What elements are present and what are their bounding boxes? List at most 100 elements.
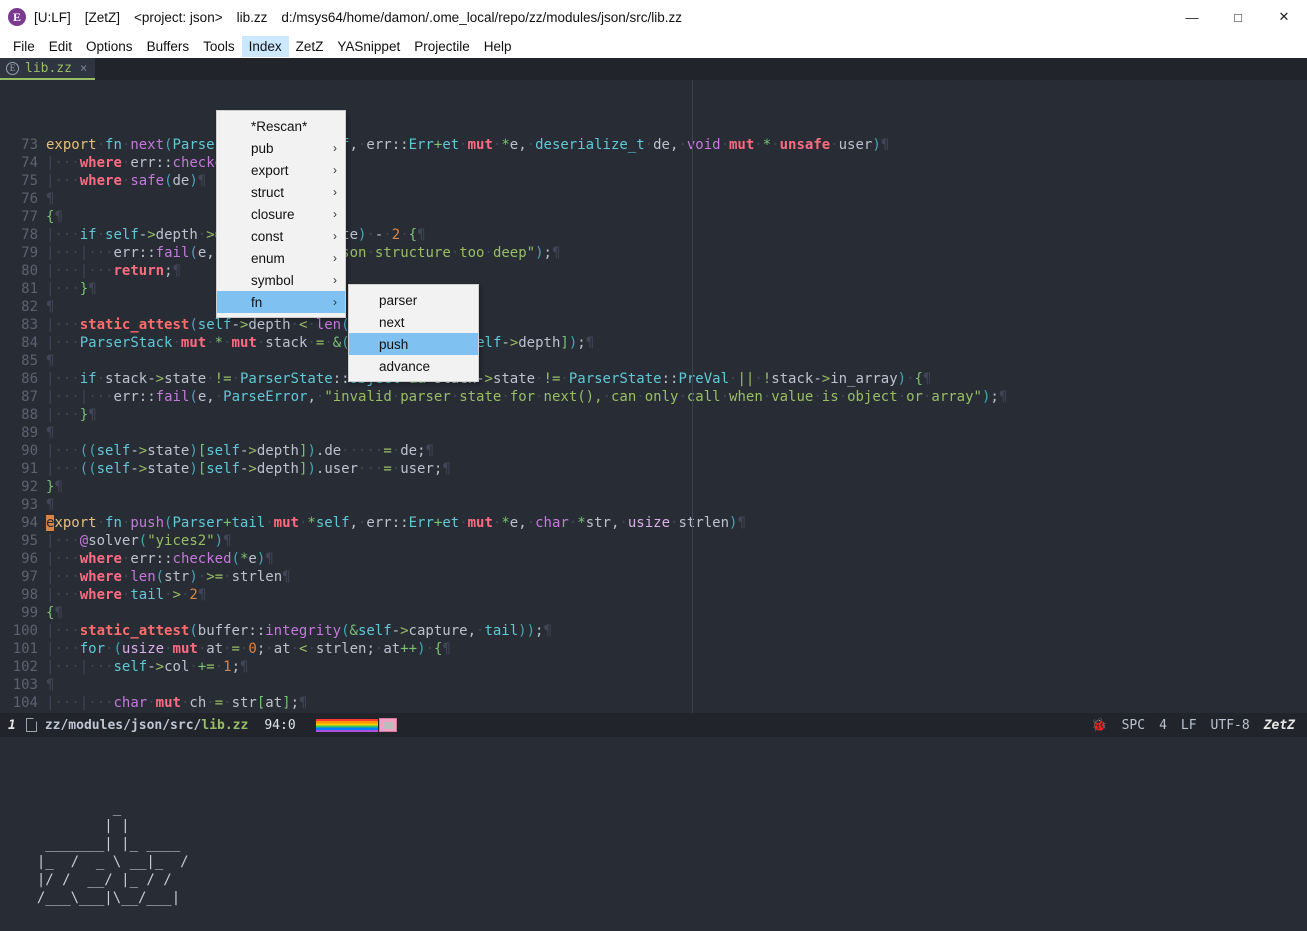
tab-close-icon[interactable]: × [80, 61, 87, 75]
fn-submenu-item-next[interactable]: next [349, 311, 478, 333]
menubar-item-tools[interactable]: Tools [196, 36, 242, 57]
index-menu-item-symbol[interactable]: symbol › [217, 269, 345, 291]
line-source: |···where·err::checked(*e)¶ [46, 551, 274, 567]
code-line: 87 |···|···err::fail(e,·ParseError,·"inva… [0, 388, 1307, 406]
line-number: 82 [21, 299, 38, 315]
title-seg-path: d:/msys64/home/damon/.ome_local/repo/zz/… [281, 9, 683, 25]
app-logo-icon: E [8, 8, 26, 26]
eol-style[interactable]: LF [1181, 718, 1197, 733]
menubar-item-buffers[interactable]: Buffers [140, 36, 197, 57]
line-number: 90 [21, 443, 38, 459]
code-view[interactable]: 73 export·fn·next(Parser+tail·mut·*self,·… [0, 80, 1307, 713]
nyan-progress-bar[interactable] [315, 718, 378, 732]
menubar-item-options[interactable]: Options [79, 36, 140, 57]
line-number: 73 [21, 137, 38, 153]
index-menu-item-fn[interactable]: fn › [217, 291, 345, 313]
buffer-path: zz/modules/json/src/lib.zz [45, 718, 249, 733]
line-source: |···if·stack->state·!=·ParserState::Obje… [46, 371, 932, 387]
menubar-item-help[interactable]: Help [477, 36, 519, 57]
code-line: 101 |···for·(usize·mut·at·=·0;·at·<·strle… [0, 640, 1307, 658]
code-line: 85 ¶ [0, 352, 1307, 370]
tab-width[interactable]: 4 [1159, 718, 1167, 733]
flycheck-bug-icon[interactable]: 🐞 [1091, 718, 1107, 733]
line-number: 93 [21, 497, 38, 513]
menu-item-label: const [251, 228, 284, 244]
line-number: 96 [21, 551, 38, 567]
line-number: 92 [21, 479, 38, 495]
code-line: 88 |···}¶ [0, 406, 1307, 424]
index-menu-dropdown[interactable]: *Rescan* pub › export › struct › closure › const ›… [216, 110, 346, 318]
major-mode[interactable]: ZetZ [1264, 718, 1295, 733]
title-seg-project: <project: json> [134, 9, 223, 25]
index-menu-item-enum[interactable]: enum › [217, 247, 345, 269]
menu-item-label: closure [251, 206, 295, 222]
line-source: ¶ [46, 425, 55, 441]
chevron-right-icon: › [333, 185, 337, 199]
line-number: 94 [21, 515, 38, 531]
code-line: 81 |···}¶ [0, 280, 1307, 298]
menu-item-label: enum [251, 250, 285, 266]
chevron-right-icon: › [333, 141, 337, 155]
code-line: 105¶ [0, 712, 1307, 713]
code-line: 95 |···@solver("yices2")¶ [0, 532, 1307, 550]
line-number: 101 [12, 641, 38, 657]
menubar-item-file[interactable]: File [6, 36, 42, 57]
line-source: ¶ [46, 677, 55, 693]
line-source: |···static_attest(buffer::integrity(&sel… [46, 623, 552, 639]
index-menu-item-struct[interactable]: struct › [217, 181, 345, 203]
menubar-item-index[interactable]: Index [241, 35, 289, 57]
code-line: 96 |···where·err::checked(*e)¶ [0, 550, 1307, 568]
fn-submenu-item-advance[interactable]: advance [349, 355, 478, 377]
menubar-item-edit[interactable]: Edit [42, 36, 79, 57]
cursor-position: 94:0 [264, 717, 296, 733]
code-line: 86 |···if·stack->state·!=·ParserState::Ob… [0, 370, 1307, 388]
code-line: 75 |···where·safe(de)¶ [0, 172, 1307, 190]
menubar-item-yasnippet[interactable]: YASnippet [330, 36, 407, 57]
line-number: 78 [21, 227, 38, 243]
bottom-panel: _ | | _______| |_ ____ |_ / _ \ __|_ / |… [0, 737, 1307, 931]
menu-item-label: advance [379, 358, 431, 374]
menubar-item-zetz[interactable]: ZetZ [289, 36, 331, 57]
line-number: 91 [21, 461, 38, 477]
index-menu-item-rescan[interactable]: *Rescan* [217, 115, 345, 137]
code-line: 76 ¶ [0, 190, 1307, 208]
fn-submenu-dropdown[interactable]: parser next push advance [348, 284, 479, 382]
chevron-right-icon: › [333, 229, 337, 243]
indent-style[interactable]: SPC [1122, 718, 1145, 733]
line-source: }¶ [46, 479, 63, 495]
line-number: 75 [21, 173, 38, 189]
index-menu-item-pub[interactable]: pub › [217, 137, 345, 159]
minimize-button[interactable]: — [1169, 0, 1215, 34]
line-source: |···|···return;¶ [46, 263, 181, 279]
line-source: |···where·len(str)·>=·strlen¶ [46, 569, 291, 585]
line-number: 102 [12, 659, 38, 675]
menubar-item-projectile[interactable]: Projectile [407, 36, 477, 57]
menu-item-label: pub [251, 140, 274, 156]
code-line: 104 |···|···char·mut·ch·=·str[at];¶ [0, 694, 1307, 712]
line-source: ¶ [46, 497, 55, 513]
menu-item-label: struct [251, 184, 285, 200]
line-number: 100 [12, 623, 38, 639]
fn-submenu-item-push[interactable]: push [349, 333, 478, 355]
index-menu-item-closure[interactable]: closure › [217, 203, 345, 225]
maximize-button[interactable]: □ [1215, 0, 1261, 34]
fill-column-indicator [692, 80, 693, 713]
line-source: |···}¶ [46, 407, 97, 423]
editor-area: E lib.zz × 73 export·fn·next(Parser+tail·… [0, 58, 1307, 713]
chevron-right-icon: › [333, 251, 337, 265]
tab-lib-zz[interactable]: E lib.zz × [0, 58, 96, 80]
line-source: ¶ [46, 712, 54, 713]
code-line: 99 {¶ [0, 604, 1307, 622]
code-line: 92 }¶ [0, 478, 1307, 496]
chevron-right-icon: › [333, 207, 337, 221]
index-menu-item-export[interactable]: export › [217, 159, 345, 181]
line-source: ¶ [46, 299, 55, 315]
line-source: |···where·tail·>·2¶ [46, 587, 207, 603]
encoding[interactable]: UTF-8 [1211, 718, 1250, 733]
line-source: {¶ [46, 209, 63, 225]
line-number: 80 [21, 263, 38, 279]
index-menu-item-const[interactable]: const › [217, 225, 345, 247]
close-button[interactable]: ✕ [1261, 0, 1307, 34]
buffer-path-prefix: zz/modules/json/src/ [44, 717, 202, 733]
fn-submenu-item-parser[interactable]: parser [349, 289, 478, 311]
